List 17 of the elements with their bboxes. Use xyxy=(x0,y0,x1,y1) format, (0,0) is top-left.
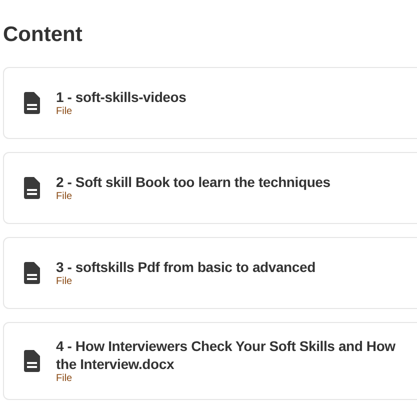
content-type: File xyxy=(56,106,72,118)
document-icon xyxy=(24,92,40,114)
content-card[interactable]: 2 - Soft skill Book too learn the techniques File xyxy=(3,152,417,224)
content-title: 4 - How Interviewers Check Your Soft Skills and How the Interview.docx xyxy=(56,337,396,373)
document-icon xyxy=(24,262,40,284)
content-card[interactable]: 1 - soft-skills-videos File xyxy=(3,67,417,139)
content-type: File xyxy=(56,373,72,385)
section-heading: Content xyxy=(3,22,82,48)
content-card[interactable]: 3 - softskills Pdf from basic to advanced File xyxy=(3,237,417,309)
content-title: 2 - Soft skill Book too learn the techniques xyxy=(56,173,332,191)
document-icon xyxy=(24,350,40,372)
content-type: File xyxy=(56,191,72,203)
content-title: 3 - softskills Pdf from basic to advanced xyxy=(56,258,316,276)
content-type: File xyxy=(56,276,72,288)
content-title: 1 - soft-skills-videos xyxy=(56,88,188,106)
content-card[interactable]: 4 - How Interviewers Check Your Soft Skills and How the Interview.docx File xyxy=(3,322,417,400)
document-icon xyxy=(24,177,40,199)
